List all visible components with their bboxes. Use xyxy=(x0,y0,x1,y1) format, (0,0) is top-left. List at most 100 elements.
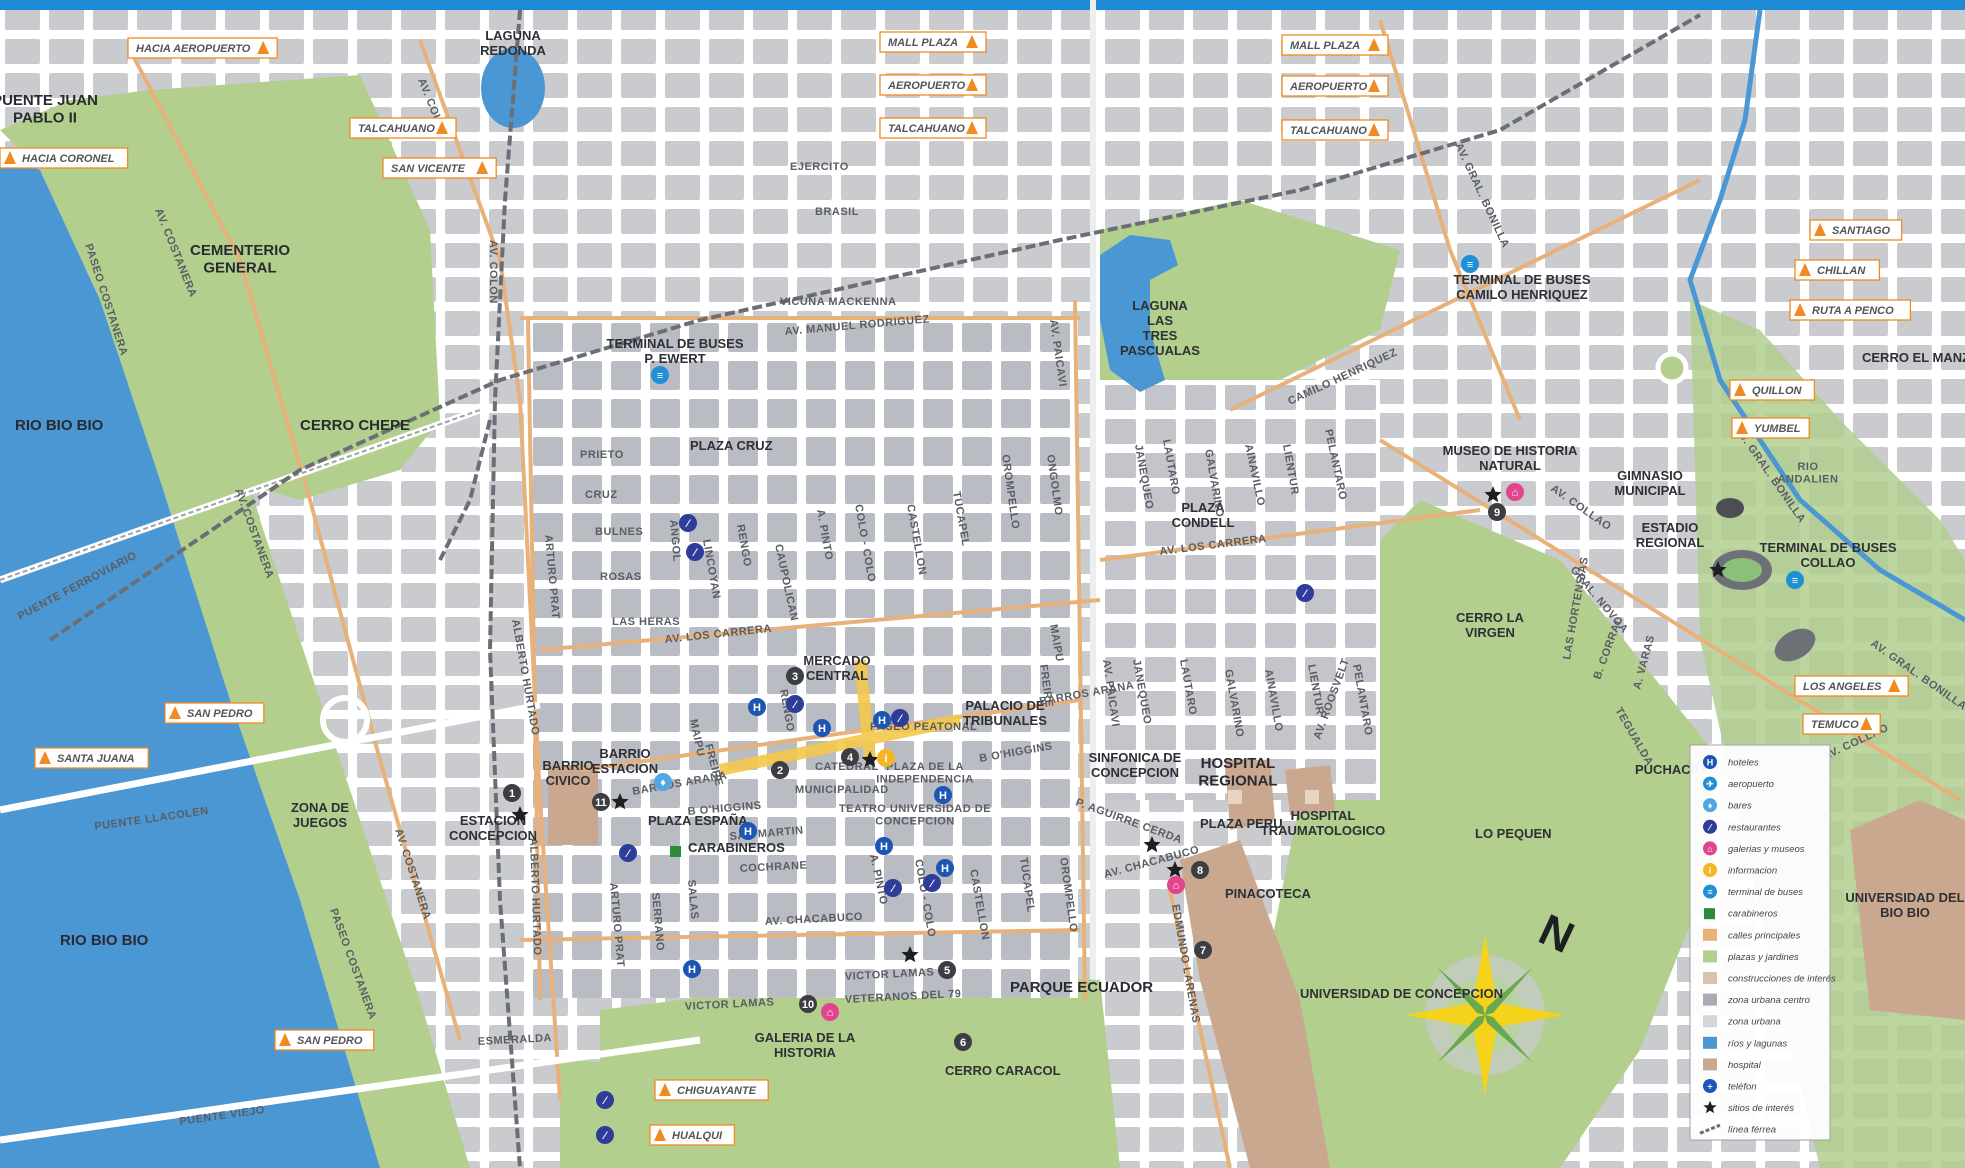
destination-sign[interactable]: CHIGUAYANTE xyxy=(654,1079,769,1101)
destination-sign[interactable]: MALL PLAZA xyxy=(1281,34,1389,56)
site-marker-7[interactable]: 7 xyxy=(1194,941,1212,959)
destination-sign[interactable]: HACIA CORONEL xyxy=(0,147,129,169)
destination-sign[interactable]: CHILLAN xyxy=(1794,259,1881,281)
site-marker-1[interactable]: 1 xyxy=(503,784,521,802)
svg-text:≡: ≡ xyxy=(1467,259,1473,271)
hotel-icon[interactable]: H xyxy=(683,960,701,978)
destination-label: TALCAHUANO xyxy=(1290,125,1367,137)
restaurant-icon[interactable]: ⁄ xyxy=(1296,584,1314,602)
hospital-icon[interactable] xyxy=(1305,790,1319,804)
bar-icon[interactable]: ♦ xyxy=(654,773,672,791)
bus-terminal-icon[interactable]: ≡ xyxy=(1461,255,1479,273)
site-marker-8[interactable]: 8 xyxy=(1191,861,1209,879)
legend-label: restaurantes xyxy=(1728,822,1781,833)
restaurant-icon[interactable]: ⁄ xyxy=(786,695,804,713)
hotel-icon[interactable]: H xyxy=(739,822,757,840)
site-marker-9[interactable]: 9 xyxy=(1488,503,1506,521)
site-marker-11[interactable]: 11 xyxy=(592,793,610,811)
park-chiguayante xyxy=(560,1060,780,1168)
destination-sign[interactable]: SAN PEDRO xyxy=(164,702,265,724)
bus-terminal-icon[interactable]: ≡ xyxy=(1786,571,1804,589)
hotel-icon[interactable]: H xyxy=(873,711,891,729)
main-street-swatch xyxy=(1703,928,1717,941)
destination-label: SANTIAGO xyxy=(1832,225,1891,237)
destination-label: CHIGUAYANTE xyxy=(677,1085,757,1097)
site-marker-10[interactable]: 10 xyxy=(799,995,817,1013)
site-number: 2 xyxy=(777,765,783,777)
police-icon xyxy=(1704,908,1715,920)
restaurant-icon[interactable]: ⁄ xyxy=(923,874,941,892)
site-number: 3 xyxy=(792,671,798,683)
destination-label: HUALQUI xyxy=(672,1130,723,1142)
site-marker-4[interactable]: 4 xyxy=(841,748,859,766)
place-cerro-virgen: CERRO LA VIRGEN xyxy=(1456,610,1525,640)
museum-icon[interactable]: ⌂ xyxy=(821,1003,839,1021)
destination-sign[interactable]: TALCAHUANO xyxy=(1281,119,1389,141)
destination-label: CHILLAN xyxy=(1817,265,1866,277)
svg-text:+: + xyxy=(1707,1082,1712,1092)
info-icon[interactable]: i xyxy=(877,749,895,767)
destination-sign[interactable]: HACIA AEROPUERTO xyxy=(127,37,278,59)
destination-sign[interactable]: MALL PLAZA xyxy=(879,31,987,53)
place-sinfonica: SINFONICA DE CONCEPCION xyxy=(1089,750,1182,780)
site-number: 9 xyxy=(1494,507,1500,519)
hotel-icon[interactable]: H xyxy=(875,837,893,855)
svg-text:H: H xyxy=(818,723,826,735)
site-number: 10 xyxy=(802,999,814,1011)
destination-sign[interactable]: SAN PEDRO xyxy=(274,1029,375,1051)
restaurant-icon[interactable]: ⁄ xyxy=(679,514,697,532)
destination-label: TALCAHUANO xyxy=(358,123,435,135)
destination-sign[interactable]: AEROPUERTO xyxy=(1281,75,1389,97)
site-marker-2[interactable]: 2 xyxy=(771,761,789,779)
restaurant-icon[interactable]: ⁄ xyxy=(596,1126,614,1144)
restaurant-icon[interactable]: ⁄ xyxy=(596,1091,614,1109)
place-gimnasio: GIMNASIO MUNICIPAL xyxy=(1614,468,1685,498)
bus-terminal-icon[interactable]: ≡ xyxy=(651,366,669,384)
hotel-icon[interactable]: H xyxy=(813,719,831,737)
destination-sign[interactable]: AEROPUERTO xyxy=(879,74,987,96)
restaurant-icon[interactable]: ⁄ xyxy=(686,543,704,561)
site-marker-6[interactable]: 6 xyxy=(954,1033,972,1051)
restaurant-icon[interactable]: ⁄ xyxy=(884,879,902,897)
destination-sign[interactable]: YUMBEL xyxy=(1731,417,1810,439)
svg-text:H: H xyxy=(688,964,696,976)
legend-label: zona urbana xyxy=(1727,1017,1781,1028)
legend-item: ⁄ restaurantes xyxy=(1703,819,1781,834)
hotel-icon[interactable]: H xyxy=(748,698,766,716)
destination-sign[interactable]: QUILLON xyxy=(1729,379,1816,401)
site-number: 6 xyxy=(960,1037,966,1049)
hotel-icon[interactable]: H xyxy=(936,859,954,877)
svg-text:≡: ≡ xyxy=(1707,887,1712,897)
destination-sign[interactable]: LOS ANGELES xyxy=(1794,675,1909,697)
destination-sign[interactable]: RUTA A PENCO xyxy=(1789,299,1912,321)
destination-sign[interactable]: HUALQUI xyxy=(649,1124,736,1146)
restaurant-icon[interactable]: ⁄ xyxy=(619,844,637,862)
destination-sign[interactable]: TALCAHUANO xyxy=(349,117,457,139)
place-cerro-caracol: CERRO CARACOL xyxy=(945,1063,1061,1078)
water-label: LAGUNA REDONDA xyxy=(480,28,546,58)
hospital-icon[interactable] xyxy=(1228,790,1242,804)
destination-label: SAN VICENTE xyxy=(391,163,466,175)
destination-label: SAN PEDRO xyxy=(297,1035,363,1047)
svg-text:i: i xyxy=(884,753,887,765)
place-palacio: PALACIO DE TRIBUNALES xyxy=(963,698,1047,728)
site-number: 5 xyxy=(944,965,950,977)
hospital-swatch xyxy=(1703,1058,1717,1071)
destination-sign[interactable]: SANTIAGO xyxy=(1809,219,1903,241)
destination-label: SAN PEDRO xyxy=(187,708,253,720)
city-map[interactable]: N RIO BIO BIORIO BIO BIOLAGUNA REDONDALAG… xyxy=(0,0,1965,1168)
destination-sign[interactable]: SANTA JUANA xyxy=(34,747,149,769)
place-municipalidad: MUNICIPALIDAD xyxy=(795,784,889,796)
legend-item: Hhoteles xyxy=(1703,755,1759,769)
hotel-icon[interactable]: H xyxy=(934,786,952,804)
destination-sign[interactable]: TALCAHUANO xyxy=(879,117,987,139)
museum-icon[interactable]: ⌂ xyxy=(1167,876,1185,894)
site-marker-5[interactable]: 5 xyxy=(938,961,956,979)
site-marker-3[interactable]: 3 xyxy=(786,667,804,685)
place-lo-pequen: LO PEQUEN xyxy=(1475,826,1552,841)
museum-icon[interactable]: ⌂ xyxy=(1506,483,1524,501)
destination-sign[interactable]: TEMUCO xyxy=(1802,713,1881,735)
restaurant-icon[interactable]: ⁄ xyxy=(891,709,909,727)
police-icon[interactable] xyxy=(670,846,681,857)
destination-sign[interactable]: SAN VICENTE xyxy=(382,157,497,179)
